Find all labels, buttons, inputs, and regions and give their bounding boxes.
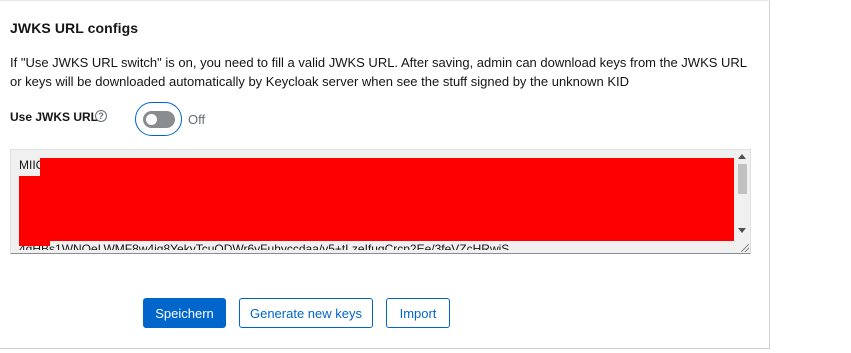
scroll-up-arrow-icon[interactable] <box>738 154 746 159</box>
switch-track <box>143 111 175 128</box>
save-button[interactable]: Speichern <box>143 298 226 328</box>
scroll-thumb[interactable] <box>738 164 747 194</box>
use-jwks-url-switch[interactable] <box>135 102 182 136</box>
redaction-box <box>40 158 734 241</box>
use-jwks-url-label: Use JWKS URL <box>10 110 99 124</box>
redaction-box-small <box>19 176 50 246</box>
textarea-scrollbar[interactable] <box>735 150 750 253</box>
jwks-config-panel: JWKS URL configs If "Use JWKS URL switch… <box>0 0 770 349</box>
switch-state-label: Off <box>188 112 206 127</box>
import-button[interactable]: Import <box>386 298 450 328</box>
switch-knob <box>146 114 157 125</box>
section-title: JWKS URL configs <box>10 20 139 36</box>
section-help-text: If "Use JWKS URL switch" is on, you need… <box>10 55 747 89</box>
top-divider <box>0 0 770 1</box>
help-icon[interactable]: ? <box>95 110 107 122</box>
resize-grip-icon[interactable] <box>741 244 749 252</box>
generate-new-keys-button[interactable]: Generate new keys <box>239 298 373 328</box>
scroll-down-arrow-icon[interactable] <box>738 228 746 233</box>
